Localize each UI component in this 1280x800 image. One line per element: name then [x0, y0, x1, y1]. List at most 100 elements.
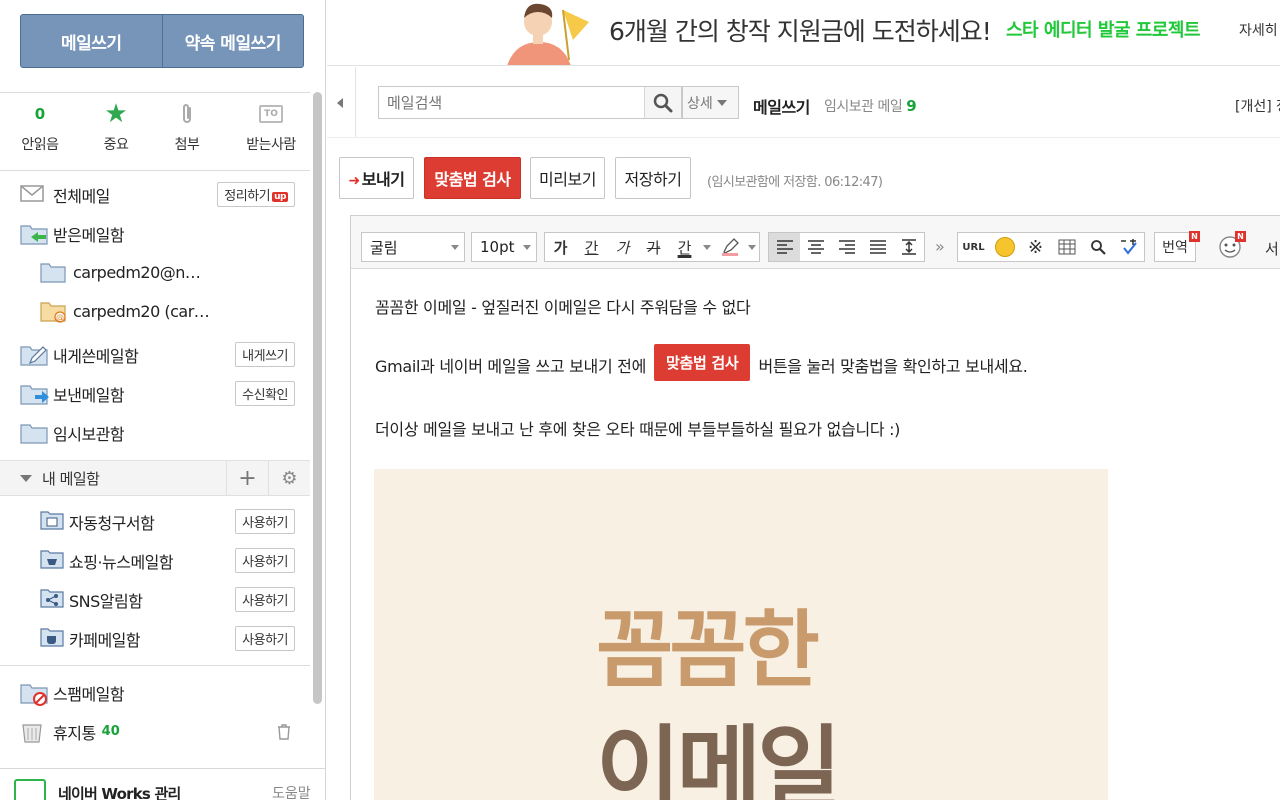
banner-text: 6개월 간의 창작 지원금에 도전하세요! — [609, 17, 992, 46]
gear-icon[interactable]: ⚙ — [268, 461, 310, 495]
more-tools-icon[interactable]: » — [935, 237, 945, 256]
help-link[interactable]: 도움말 — [272, 783, 311, 800]
folder-label: 자동청구서함 — [69, 513, 155, 533]
folder-drafts[interactable]: 임시보관함 — [0, 413, 310, 452]
improvement-notice-link[interactable]: [개선] 정 — [1235, 96, 1280, 116]
spellcheck-icon — [1120, 239, 1137, 255]
drafts-link[interactable]: 임시보관 메일 9 — [824, 96, 917, 116]
font-family-select[interactable]: 굴림 — [361, 232, 465, 262]
smiley-icon — [994, 237, 1015, 257]
folder-cafe[interactable]: 카페메일함 사용하기 — [0, 619, 310, 658]
folder-inbox-sub1[interactable]: carpedm20@n… — [0, 253, 310, 292]
find-button[interactable] — [1082, 233, 1113, 261]
italic-button[interactable]: 가 — [607, 233, 638, 261]
search-input[interactable] — [379, 87, 643, 118]
send-label: 보내기 — [361, 170, 405, 189]
send-button[interactable]: ➜ 보내기 — [339, 157, 414, 199]
works-manage-link[interactable]: 네이버 Works 관리 — [58, 783, 181, 800]
quick-attachment[interactable]: 첨부 — [147, 100, 227, 154]
align-right-button[interactable] — [831, 233, 862, 261]
folder-all-mail[interactable]: 전체메일 정리하기 up — [0, 175, 310, 214]
font-size-select[interactable]: 10pt — [471, 232, 537, 262]
folder-trash[interactable]: 휴지통 40 — [0, 712, 310, 751]
underline-button[interactable]: 간 — [576, 233, 607, 261]
insert-url-button[interactable]: URL — [958, 233, 989, 261]
table-button[interactable] — [1051, 233, 1082, 261]
compose-button[interactable]: 메일쓰기 — [21, 15, 162, 67]
works-bar: 네이버 Works 관리 도움말 — [0, 768, 325, 800]
quick-unread[interactable]: 0 안읽음 — [0, 100, 80, 154]
justify-button[interactable] — [862, 233, 893, 261]
saved-status: (임시보관함에 저장함. 06:12:47) — [707, 175, 883, 190]
folder-label: carpedm20@n… — [73, 263, 201, 282]
folder-label: 카페메일함 — [69, 630, 141, 650]
folder-bills[interactable]: 자동청구서함 사용하기 — [0, 502, 310, 541]
align-center-button[interactable] — [800, 233, 831, 261]
empty-trash-icon[interactable] — [277, 724, 291, 744]
quick-important[interactable]: ★ 중요 — [76, 100, 156, 154]
search-button[interactable] — [644, 86, 682, 119]
folder-shopping-news[interactable]: 쇼핑·뉴스메일함 사용하기 — [0, 541, 310, 580]
highlight-button[interactable] — [714, 233, 745, 261]
folder-sent[interactable]: 보낸메일함 수신확인 — [0, 374, 310, 413]
use-button[interactable]: 사용하기 — [235, 626, 295, 651]
highlighter-icon — [721, 238, 739, 256]
text-style-group: 가 간 가 가 간 — [544, 232, 760, 262]
align-left-icon — [776, 240, 793, 254]
promise-compose-button[interactable]: 약속 메일쓰기 — [161, 15, 303, 67]
banner-project-text: 스타 에디터 발굴 프로젝트 — [1006, 20, 1200, 41]
preview-button[interactable]: 미리보기 — [530, 157, 605, 199]
spellcheck-tool-button[interactable] — [1113, 233, 1144, 261]
justify-icon — [869, 240, 886, 254]
banner-more-link[interactable]: 자세히 — [1239, 20, 1278, 40]
read-receipt-button[interactable]: 수신확인 — [235, 381, 295, 406]
emoticon-button[interactable] — [989, 233, 1020, 261]
use-button[interactable]: 사용하기 — [235, 587, 295, 612]
trash-count: 40 — [101, 724, 120, 739]
to-me-icon: TO — [259, 105, 283, 123]
folder-sns[interactable]: SNS알림함 사용하기 — [0, 580, 310, 619]
toolbar-overflow-label[interactable]: 서 — [1265, 238, 1279, 259]
my-mailbox-header[interactable]: 내 메일함 + ⚙ — [0, 460, 310, 496]
folder-self-sent[interactable]: 내게쓴메일함 내게쓰기 — [0, 335, 310, 374]
strikethrough-button[interactable]: 가 — [638, 233, 669, 261]
highlight-dropdown[interactable] — [745, 233, 759, 261]
attach-label: 첨부 — [174, 137, 200, 153]
font-color-dropdown[interactable] — [700, 233, 714, 261]
chevron-down-icon — [523, 245, 531, 250]
bold-button[interactable]: 가 — [545, 233, 576, 261]
body-line-2-post: 버튼을 눌러 맞춤법을 확인하고 보내세요. — [758, 357, 1028, 376]
drafts-label: 임시보관 메일 — [824, 99, 903, 115]
font-color-button[interactable]: 간 — [669, 233, 700, 261]
sidebar-scrollbar[interactable] — [313, 92, 322, 704]
pencil-folder-icon — [20, 343, 50, 367]
write-to-self-button[interactable]: 내게쓰기 — [235, 342, 295, 367]
quick-to-me[interactable]: TO 받는사람 — [231, 100, 311, 154]
promo-banner[interactable]: 6개월 간의 창작 지원금에 도전하세요! 스타 에디터 발굴 프로젝트 자세히 — [327, 0, 1280, 66]
line-height-button[interactable] — [893, 233, 924, 261]
use-button[interactable]: 사용하기 — [235, 548, 295, 573]
external-folder-icon: @ — [40, 300, 70, 324]
send-arrow-icon: ➜ — [348, 173, 361, 189]
bill-folder-icon — [40, 510, 66, 534]
align-left-button[interactable] — [769, 233, 800, 261]
folder-inbox-sub2[interactable]: @ carpedm20 (car… — [0, 292, 310, 331]
spell-check-button[interactable]: 맞춤법 검사 — [424, 157, 521, 199]
compose-button-group: 메일쓰기 약속 메일쓰기 — [20, 14, 304, 68]
folder-spam[interactable]: 스팸메일함 — [0, 673, 310, 712]
organize-button[interactable]: 정리하기 up — [217, 182, 295, 207]
sidebar: 메일쓰기 약속 메일쓰기 0 안읽음 ★ 중요 첨부 TO 받는사람 전체메일 … — [0, 0, 326, 800]
folder-label: 휴지통 — [53, 723, 96, 743]
save-button[interactable]: 저장하기 — [615, 157, 691, 199]
unread-label: 안읽음 — [21, 137, 59, 153]
use-button[interactable]: 사용하기 — [235, 509, 295, 534]
folder-label: carpedm20 (car… — [73, 302, 210, 321]
folder-inbox[interactable]: 받은메일함 — [0, 214, 310, 253]
folder-icon — [40, 261, 70, 285]
special-char-button[interactable]: ※ — [1020, 233, 1051, 261]
add-folder-icon[interactable]: + — [226, 461, 268, 495]
page-title: 메일쓰기 — [753, 98, 810, 117]
collapse-sidebar-icon[interactable] — [337, 98, 343, 108]
detail-search-dropdown[interactable]: 상세 — [682, 86, 739, 119]
folder-label: 스팸메일함 — [53, 684, 125, 704]
